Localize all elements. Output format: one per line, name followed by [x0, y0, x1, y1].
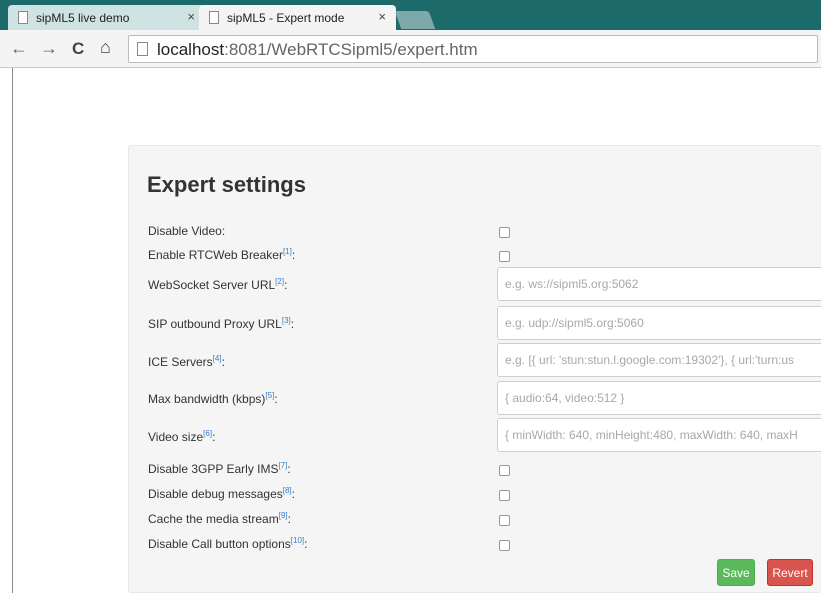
close-icon[interactable]: × — [187, 9, 195, 24]
tab-sipml5-live-demo[interactable]: sipML5 live demo × — [8, 5, 205, 30]
reference-link[interactable]: [8] — [283, 486, 292, 495]
label-websocket-server-url: WebSocket Server URL[2]: — [148, 277, 288, 292]
label-enable-rtcweb-breaker: Enable RTCWeb Breaker[1]: — [148, 247, 296, 262]
video-size-input[interactable] — [497, 418, 821, 452]
label-max-bandwidth: Max bandwidth (kbps)[5]: — [148, 391, 278, 406]
max-bandwidth-input[interactable] — [497, 381, 821, 415]
tab-title: sipML5 - Expert mode — [227, 10, 345, 25]
browser-toolbar: ← → C ⌂ localhost:8081/WebRTCSipml5/expe… — [0, 30, 821, 68]
save-button[interactable]: Save — [717, 559, 755, 586]
disable-3gpp-early-ims-checkbox[interactable] — [499, 465, 510, 476]
reload-icon[interactable]: C — [72, 39, 84, 59]
ice-servers-input[interactable] — [497, 343, 821, 377]
reference-link[interactable]: [6] — [203, 429, 212, 438]
label-disable-debug-messages: Disable debug messages[8]: — [148, 486, 295, 501]
reference-link[interactable]: [1] — [283, 247, 292, 256]
label-disable-3gpp-early-ims: Disable 3GPP Early IMS[7]: — [148, 461, 291, 476]
revert-button[interactable]: Revert — [767, 559, 813, 586]
websocket-server-url-input[interactable] — [497, 267, 821, 301]
page-icon — [18, 11, 28, 24]
back-arrow-icon[interactable]: ← — [10, 38, 28, 59]
url-host: localhost — [157, 40, 225, 59]
reference-link[interactable]: [4] — [213, 354, 222, 363]
reference-link[interactable]: [5] — [265, 391, 274, 400]
label-disable-video: Disable Video: — [148, 224, 226, 238]
url-text: localhost:8081/WebRTCSipml5/expert.htm — [157, 40, 478, 60]
enable-rtcweb-breaker-checkbox[interactable] — [499, 251, 510, 262]
reference-link[interactable]: [3] — [282, 316, 291, 325]
forward-arrow-icon[interactable]: → — [40, 38, 58, 59]
page-icon — [209, 11, 219, 24]
tab-expert-mode[interactable]: sipML5 - Expert mode × — [199, 5, 396, 30]
cache-media-stream-checkbox[interactable] — [499, 515, 510, 526]
close-icon[interactable]: × — [378, 9, 386, 24]
home-icon[interactable]: ⌂ — [100, 37, 111, 58]
page-title: Expert settings — [147, 172, 306, 197]
disable-video-checkbox[interactable] — [499, 227, 510, 238]
sip-outbound-proxy-url-input[interactable] — [497, 306, 821, 340]
label-disable-call-button-options: Disable Call button options[10]: — [148, 536, 308, 551]
disable-debug-messages-checkbox[interactable] — [499, 490, 510, 501]
label-ice-servers: ICE Servers[4]: — [148, 354, 225, 369]
disable-call-button-options-checkbox[interactable] — [499, 540, 510, 551]
reference-link[interactable]: [2] — [275, 277, 284, 286]
url-path: :8081/WebRTCSipml5/expert.htm — [224, 40, 478, 59]
label-video-size: Video size[6]: — [148, 429, 216, 444]
tab-title: sipML5 live demo — [36, 10, 130, 25]
page-left-border — [12, 68, 13, 593]
label-sip-outbound-proxy-url: SIP outbound Proxy URL[3]: — [148, 316, 295, 331]
label-cache-media-stream: Cache the media stream[9]: — [148, 511, 291, 526]
reference-link[interactable]: [10] — [291, 536, 304, 545]
new-tab-button[interactable] — [394, 11, 436, 29]
page-icon — [137, 42, 148, 56]
tab-strip: sipML5 live demo × sipML5 - Expert mode … — [0, 0, 821, 30]
reference-link[interactable]: [9] — [279, 511, 288, 520]
address-bar[interactable]: localhost:8081/WebRTCSipml5/expert.htm — [128, 35, 818, 63]
